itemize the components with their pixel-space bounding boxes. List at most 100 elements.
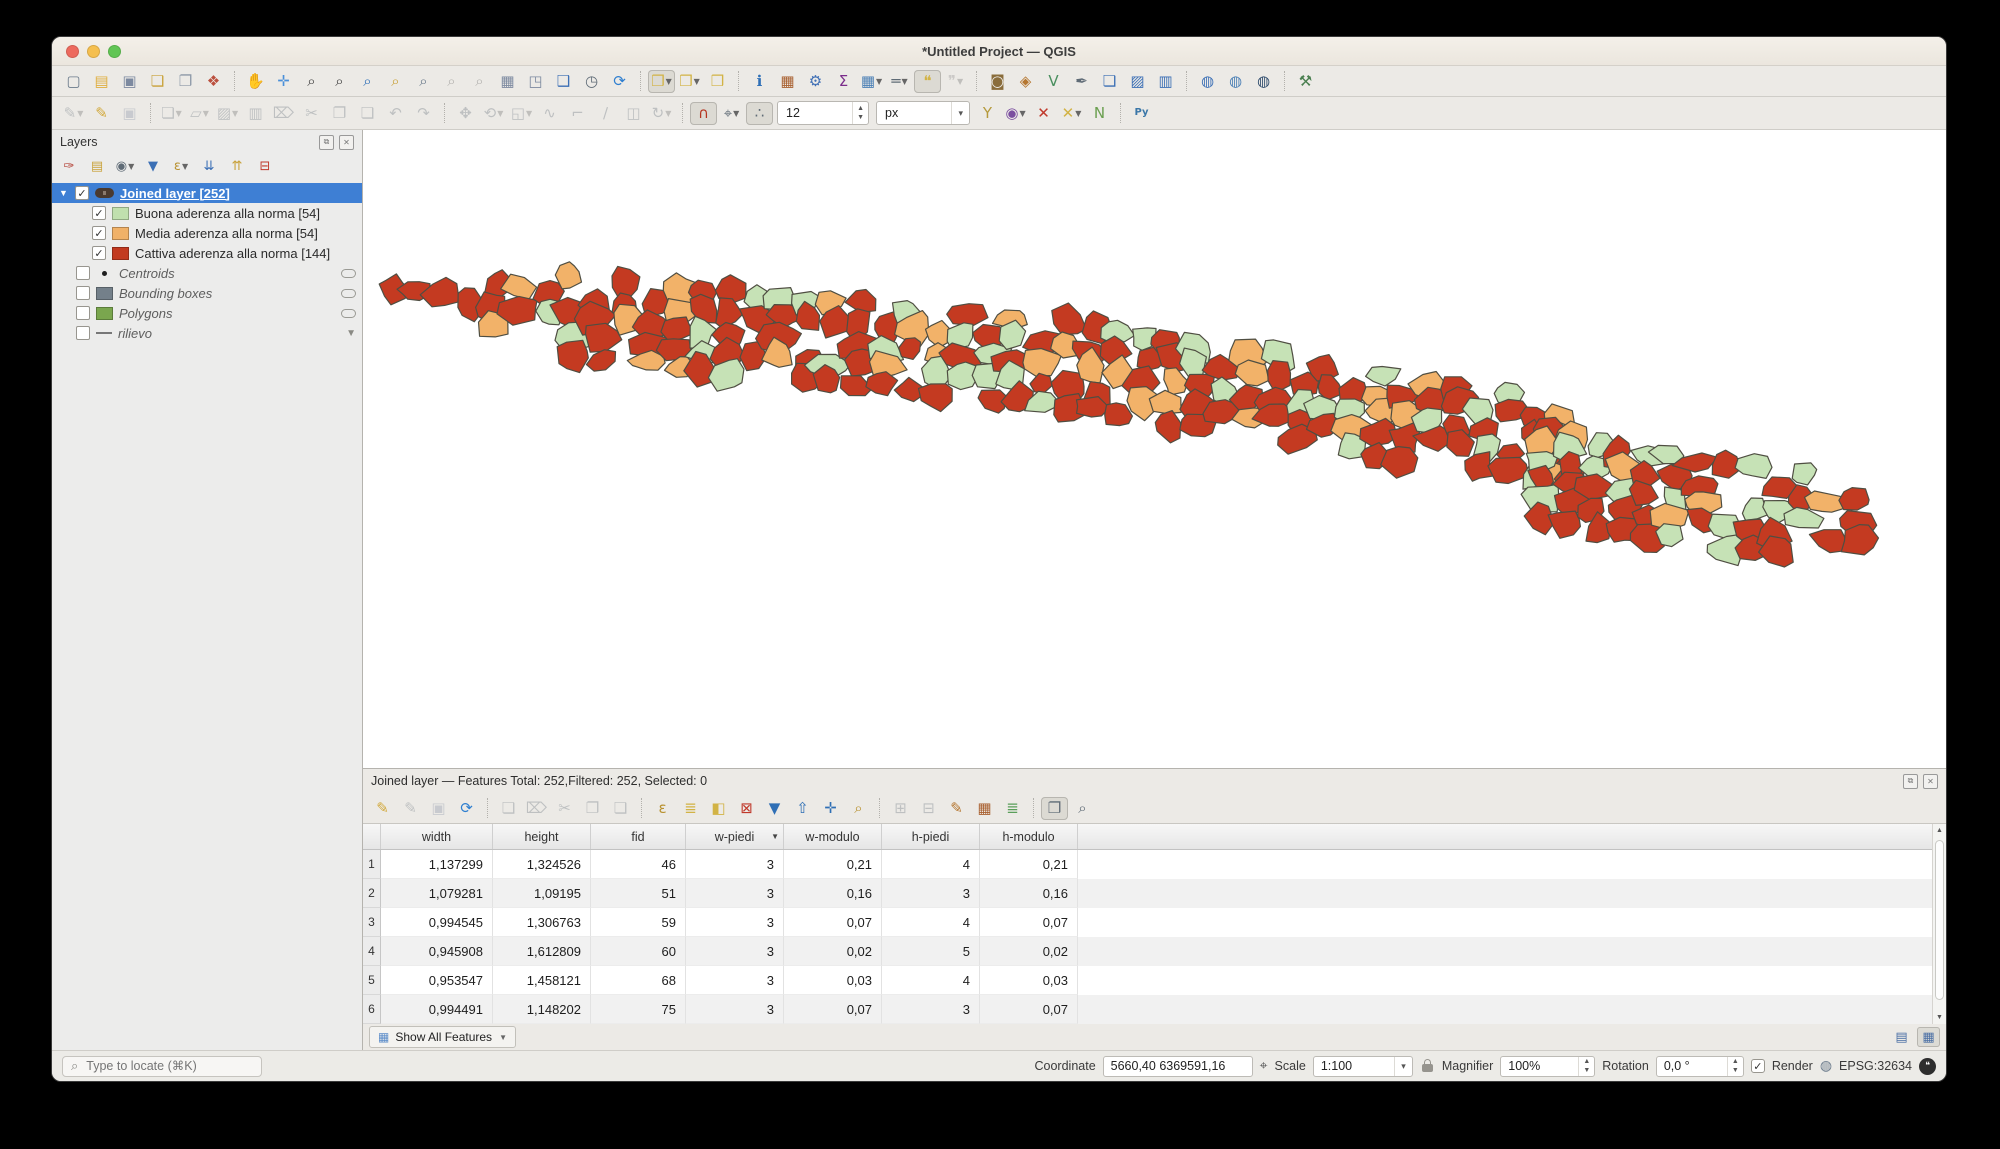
- layout-manager-icon[interactable]: ❐: [172, 70, 199, 93]
- paste-features-table-icon[interactable]: ❏: [607, 797, 634, 820]
- table-row[interactable]: 30,9945451,3067635930,0740,07: [363, 908, 1946, 937]
- form-view-button[interactable]: ▤: [1890, 1027, 1913, 1047]
- legend-cattiva-aderenza[interactable]: ✓Cattiva aderenza alla norma [144]: [52, 243, 362, 263]
- redo-icon[interactable]: ↷: [410, 102, 437, 125]
- table-row[interactable]: 21,0792811,091955130,1630,16: [363, 879, 1946, 908]
- conditional-formatting-icon[interactable]: ≣: [999, 797, 1026, 820]
- show-all-features-button[interactable]: ▦ Show All Features ▼: [369, 1026, 516, 1048]
- select-by-value-icon[interactable]: ❒▼: [676, 70, 703, 93]
- tracing-icon[interactable]: Y: [974, 102, 1001, 125]
- zoom-to-selected-icon[interactable]: ⌕: [845, 797, 872, 820]
- cut-selected-icon[interactable]: ✂: [551, 797, 578, 820]
- table-cell[interactable]: 5: [882, 937, 980, 966]
- measure-line-icon[interactable]: ═▼: [886, 70, 913, 93]
- layer-polygons-checkbox[interactable]: [76, 306, 90, 320]
- layer-bounding-boxes[interactable]: Bounding boxes: [52, 283, 362, 303]
- layer-joined-layer[interactable]: ▼✓Joined layer [252]: [52, 183, 362, 203]
- table-cell[interactable]: 1,612809: [493, 937, 591, 966]
- cut-features-icon[interactable]: ✂: [298, 102, 325, 125]
- add-feature-icon[interactable]: ❏: [495, 797, 522, 820]
- dock-attribute-table-icon[interactable]: ❐: [1041, 797, 1068, 820]
- collapse-all-icon[interactable]: ⇈: [224, 155, 250, 177]
- legend-media-aderenza-checkbox[interactable]: ✓: [92, 226, 106, 240]
- table-cell[interactable]: 0,16: [784, 879, 882, 908]
- table-cell[interactable]: 0,994491: [381, 995, 493, 1024]
- copy-features-icon[interactable]: ❐: [326, 102, 353, 125]
- row-number-header[interactable]: [363, 824, 381, 849]
- toggle-editing-icon[interactable]: ✎: [88, 102, 115, 125]
- vertex-tool-icon[interactable]: ▨▼: [214, 102, 241, 125]
- processing-options-icon[interactable]: ⚙: [802, 70, 829, 93]
- snapping-tolerance[interactable]: 12▲▼: [777, 101, 869, 125]
- select-all-icon[interactable]: ≣: [677, 797, 704, 820]
- row-number-cell[interactable]: 5: [363, 966, 381, 995]
- table-cell[interactable]: 1,079281: [381, 879, 493, 908]
- table-cell[interactable]: 1,324526: [493, 850, 591, 879]
- deselect-all-icon[interactable]: ⊠: [733, 797, 760, 820]
- table-cell[interactable]: 3: [882, 879, 980, 908]
- toggle-editing-mode-icon[interactable]: ✎: [369, 797, 396, 820]
- table-cell[interactable]: 0,945908: [381, 937, 493, 966]
- open-field-calculator-icon[interactable]: ▦: [971, 797, 998, 820]
- table-row[interactable]: 40,9459081,6128096030,0250,02: [363, 937, 1946, 966]
- remove-layer-icon[interactable]: ⊟: [252, 155, 278, 177]
- deselect-features-icon[interactable]: ❒: [704, 70, 731, 93]
- table-cell[interactable]: 0,16: [980, 879, 1078, 908]
- legend-buona-aderenza[interactable]: ✓Buona aderenza alla norma [54]: [52, 203, 362, 223]
- layer-rilievo-checkbox[interactable]: [76, 326, 90, 340]
- layer-scope-indicator-icon[interactable]: [341, 269, 356, 278]
- filter-by-expression-icon[interactable]: ε▼: [168, 155, 194, 177]
- close-panel-icon[interactable]: ✕: [339, 135, 354, 150]
- delete-selected-features-icon[interactable]: ⌦: [523, 797, 550, 820]
- snapping-mode-icon[interactable]: ⌖▼: [718, 102, 745, 125]
- table-cell[interactable]: 0,07: [784, 908, 882, 937]
- table-cell[interactable]: 59: [591, 908, 686, 937]
- layer-centroids-checkbox[interactable]: [76, 266, 90, 280]
- web-map-services-icon[interactable]: ◍: [1222, 70, 1249, 93]
- coordinate-input[interactable]: 5660,40 6369591,16: [1103, 1056, 1253, 1077]
- select-features-icon[interactable]: ❒▼: [648, 70, 675, 93]
- delete-field-icon[interactable]: ⊟: [915, 797, 942, 820]
- refresh-map-icon[interactable]: ⟳: [606, 70, 633, 93]
- table-cell[interactable]: 0,02: [980, 937, 1078, 966]
- table-cell[interactable]: 4: [882, 850, 980, 879]
- new-virtual-layer-icon[interactable]: V: [1040, 70, 1067, 93]
- scale-feature-icon[interactable]: ◱▼: [508, 102, 535, 125]
- open-project-icon[interactable]: ▤: [88, 70, 115, 93]
- table-cell[interactable]: 3: [686, 879, 784, 908]
- table-cell[interactable]: 46: [591, 850, 686, 879]
- table-cell[interactable]: 3: [686, 937, 784, 966]
- row-number-cell[interactable]: 4: [363, 937, 381, 966]
- paste-features-icon[interactable]: ❏: [354, 102, 381, 125]
- layer-filter-indicator-icon[interactable]: ▼: [346, 328, 356, 339]
- table-cell[interactable]: 0,03: [784, 966, 882, 995]
- layer-bounding-boxes-checkbox[interactable]: [76, 286, 90, 300]
- qms-search-icon[interactable]: ◍: [1250, 70, 1277, 93]
- row-number-cell[interactable]: 6: [363, 995, 381, 1024]
- new-map-view-icon[interactable]: ▦: [494, 70, 521, 93]
- new-project-icon[interactable]: ▢: [60, 70, 87, 93]
- table-cell[interactable]: 1,148202: [493, 995, 591, 1024]
- table-cell[interactable]: 3: [882, 995, 980, 1024]
- snapping-units[interactable]: px▾: [876, 101, 970, 125]
- table-cell[interactable]: 0,21: [980, 850, 1078, 879]
- new-field-icon[interactable]: ⊞: [887, 797, 914, 820]
- text-annotation-icon[interactable]: ❞▼: [942, 70, 969, 93]
- new-print-layout-icon[interactable]: ❏: [144, 70, 171, 93]
- save-layer-edits-icon[interactable]: ▣: [116, 102, 143, 125]
- rotate-feature-icon[interactable]: ⟲▼: [480, 102, 507, 125]
- row-number-cell[interactable]: 1: [363, 850, 381, 879]
- legend-media-aderenza[interactable]: ✓Media aderenza alla norma [54]: [52, 223, 362, 243]
- messages-icon[interactable]: ❝: [1919, 1058, 1936, 1075]
- clear-snapping-icon[interactable]: ✕: [1030, 102, 1057, 125]
- add-raster-layer-icon[interactable]: ▨: [1124, 70, 1151, 93]
- save-edits-icon[interactable]: ▣: [425, 797, 452, 820]
- locate-input[interactable]: [84, 1058, 253, 1074]
- stream-digitizing-icon[interactable]: Ν: [1086, 102, 1113, 125]
- reshape-features-icon[interactable]: ⌐: [564, 102, 591, 125]
- table-cell[interactable]: 75: [591, 995, 686, 1024]
- add-polygon-feature-icon[interactable]: ▱▼: [186, 102, 213, 125]
- column-header-h-modulo[interactable]: h-modulo: [980, 824, 1078, 849]
- column-header-w-modulo[interactable]: w-modulo: [784, 824, 882, 849]
- table-cell[interactable]: 1,09195: [493, 879, 591, 908]
